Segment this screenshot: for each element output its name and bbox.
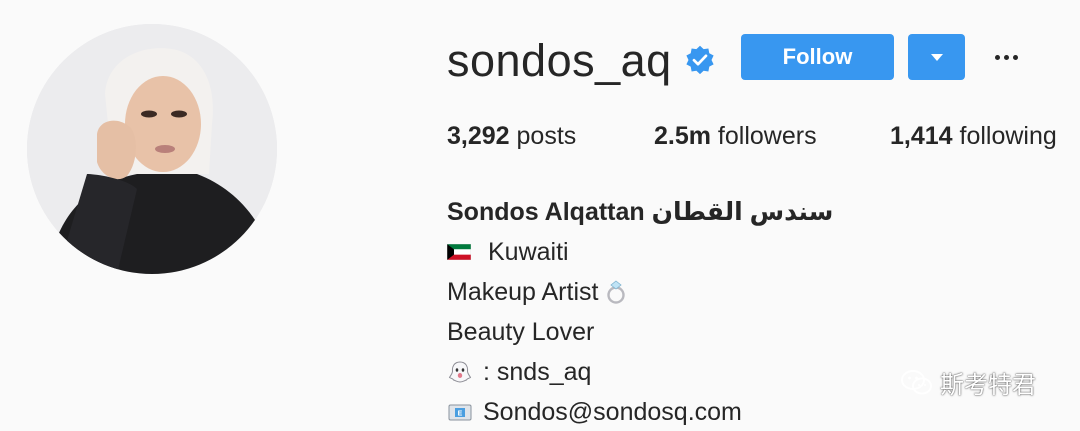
bio-occupation: Makeup Artist xyxy=(447,278,599,306)
bio-line-snapchat[interactable]: : snds_aq xyxy=(447,352,833,392)
followers-stat[interactable]: 2.5m followers xyxy=(654,122,817,151)
suggestions-dropdown-button[interactable] xyxy=(908,34,965,80)
profile-header: sondos_aq xyxy=(447,30,716,90)
bio-line-email[interactable]: E Sondos@sondosq.com xyxy=(447,392,833,431)
email-link: Sondos@sondosq.com xyxy=(483,398,742,426)
username: sondos_aq xyxy=(447,34,672,86)
bio-line-interest: Beauty Lover xyxy=(447,318,595,346)
more-options-button[interactable] xyxy=(989,40,1023,74)
snapchat-handle: : snds_aq xyxy=(483,358,592,386)
caret-down-icon xyxy=(930,53,943,61)
posts-stat: 3,292 posts xyxy=(447,122,576,151)
bio-nationality: Kuwaiti xyxy=(488,238,569,266)
full-name: Sondos Alqattan سندس القطان xyxy=(447,198,834,226)
profile-avatar[interactable] xyxy=(27,24,277,274)
verified-badge-icon xyxy=(686,45,714,75)
profile-bio: Sondos Alqattan سندس القطان Kuwaiti Make… xyxy=(447,192,833,431)
snapchat-ghost-icon xyxy=(448,361,472,383)
kuwait-flag-icon xyxy=(447,244,471,260)
bio-line-occupation: Makeup Artist xyxy=(447,272,833,312)
profile-page: sondos_aq Follow 3,292 posts 2.5m follow… xyxy=(0,0,1080,431)
more-options-icon xyxy=(994,54,1000,60)
wechat-icon xyxy=(901,369,932,394)
follow-button[interactable]: Follow xyxy=(741,34,894,80)
posts-count: 3,292 xyxy=(447,122,510,150)
ring-icon xyxy=(607,280,626,304)
followers-count: 2.5m xyxy=(654,122,711,150)
svg-text:E: E xyxy=(458,411,463,418)
bio-line-nationality: Kuwaiti xyxy=(447,232,833,272)
following-count: 1,414 xyxy=(890,122,953,150)
avatar-portrait-image xyxy=(27,24,277,274)
posts-label: posts xyxy=(509,122,577,150)
envelope-icon: E xyxy=(448,404,472,421)
following-stat[interactable]: 1,414 following xyxy=(890,122,1057,151)
watermark-text: 斯考特君 xyxy=(940,372,1036,399)
watermark: 斯考特君 xyxy=(900,365,1036,400)
followers-label: followers xyxy=(710,122,817,150)
following-label: following xyxy=(952,122,1057,150)
